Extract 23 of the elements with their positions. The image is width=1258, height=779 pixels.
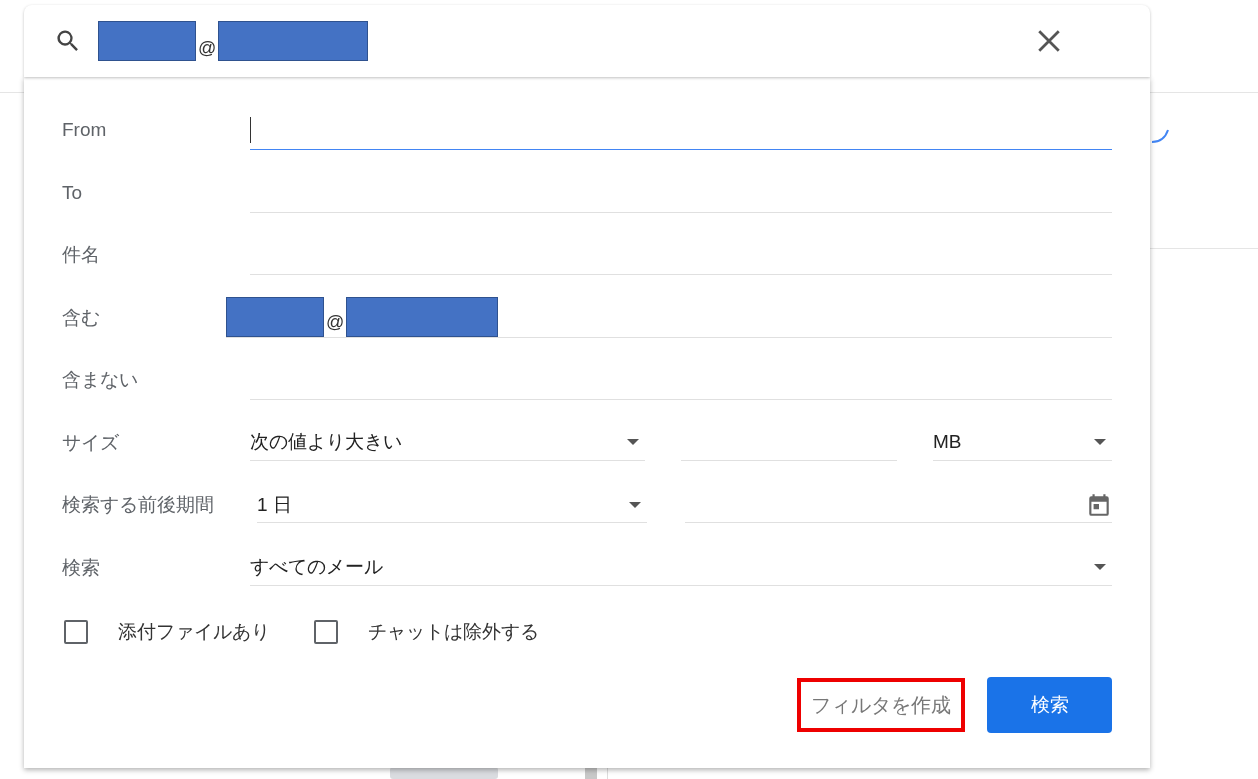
field-label: From — [62, 118, 108, 142]
search-button[interactable]: 検索 — [987, 677, 1112, 733]
input-field[interactable]: @ — [226, 297, 1112, 338]
size-comparison-dropdown[interactable]: 次の値より大きい — [250, 424, 645, 461]
field-label: 検索 — [62, 555, 101, 580]
field-label: To — [62, 180, 84, 205]
date-range-dropdown[interactable]: 1 日 — [257, 487, 647, 524]
checkbox-label: チャットは除外する — [368, 619, 539, 644]
create-filter-button[interactable]: フィルタを作成 — [797, 678, 965, 732]
field-label: 件名 — [62, 243, 101, 267]
checkbox-label: 添付ファイルあり — [118, 619, 270, 644]
checkbox[interactable] — [314, 620, 338, 644]
calendar-icon[interactable] — [1086, 491, 1112, 518]
field-label: 含む — [62, 305, 101, 330]
field-label: 検索する前後期間 — [62, 493, 215, 517]
field-label: サイズ — [62, 430, 120, 455]
unit-dropdown[interactable]: MB — [933, 424, 1112, 461]
checkbox[interactable] — [64, 620, 88, 644]
at-sign: @ — [326, 312, 345, 331]
at-sign: @ — [198, 39, 217, 57]
field-label: 含まない — [62, 368, 139, 392]
mailbox-dropdown[interactable]: すべてのメール — [250, 549, 1112, 586]
close-icon[interactable] — [1036, 28, 1062, 54]
